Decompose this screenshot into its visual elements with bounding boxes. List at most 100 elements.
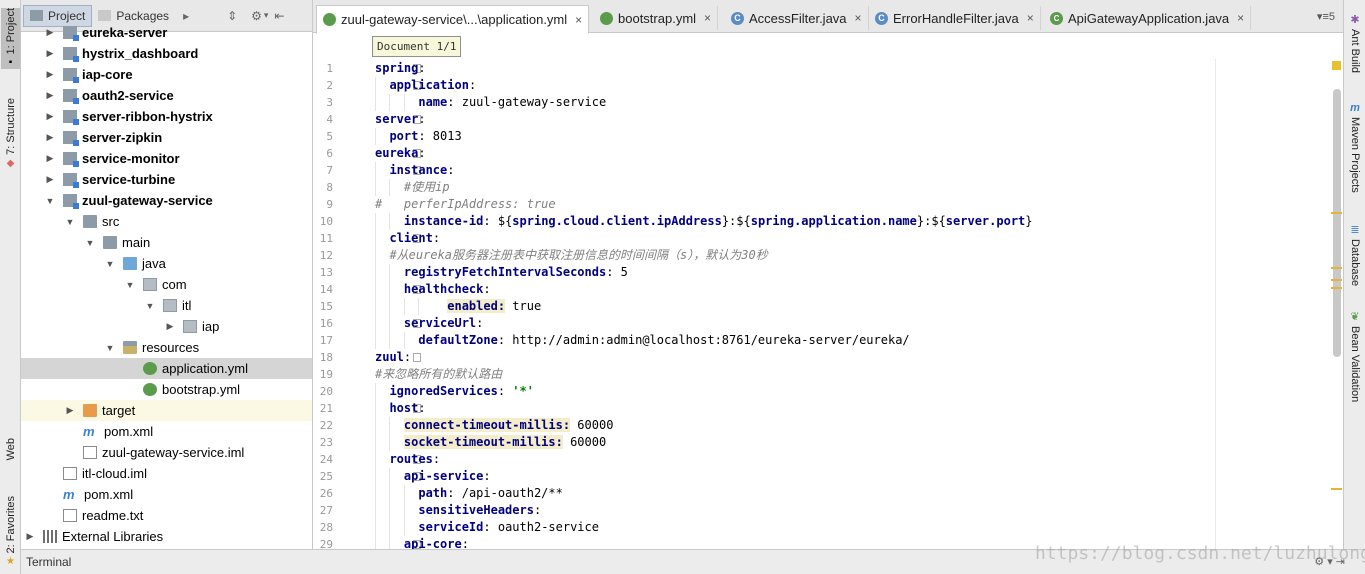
expand-arrow-icon[interactable]: ▶ — [165, 321, 175, 332]
code-key: client — [389, 231, 433, 245]
code-value: : zuul-gateway-service — [447, 95, 607, 109]
code-line: instance-id: ${spring.cloud.client.ipAdd… — [375, 213, 1033, 230]
tree-node[interactable]: ▶ server-ribbon-hystrix — [21, 106, 312, 127]
tool-tab-web[interactable]: Web — [1, 438, 20, 460]
code-key: spring — [375, 61, 419, 75]
tree-node[interactable]: m pom.xml — [21, 484, 312, 505]
tool-tab-project[interactable]: 1: Project ▪ — [1, 8, 20, 70]
tool-tab-database[interactable]: ≣ Database — [1345, 224, 1365, 286]
expand-arrow-icon[interactable]: ▶ — [45, 69, 55, 80]
tool-tab-bean-validation[interactable]: ❦ Bean Validation — [1345, 311, 1365, 402]
collapse-arrow-icon[interactable]: ▼ — [65, 217, 75, 227]
editor-vertical-scrollbar[interactable] — [1330, 59, 1343, 549]
tree-node[interactable]: ▼ zuul-gateway-service — [21, 190, 312, 211]
expand-arrow-icon[interactable]: ▶ — [45, 153, 55, 164]
expand-arrow-icon[interactable]: ▶ — [45, 48, 55, 59]
gear-icon[interactable]: ⚙ — [251, 9, 262, 23]
tree-node[interactable]: ▶ server-zipkin — [21, 127, 312, 148]
close-icon[interactable]: × — [1027, 11, 1034, 25]
bean-validation-icon: ❦ — [1350, 311, 1360, 323]
fold-marker-icon[interactable] — [413, 353, 421, 362]
indent-guide — [375, 264, 376, 281]
tool-tab-ant-build[interactable]: ✱ Ant Build — [1345, 14, 1365, 73]
tree-node[interactable]: ▶ target — [21, 400, 312, 421]
error-stripe-mark[interactable] — [1331, 212, 1342, 214]
tree-node[interactable]: ▼ resources — [21, 337, 312, 358]
tree-node[interactable]: m pom.xml — [21, 421, 312, 442]
iml-file-icon — [83, 446, 97, 459]
collapse-all-icon[interactable]: ⇕ — [227, 9, 237, 23]
code-key: zuul — [375, 350, 404, 364]
collapse-arrow-icon[interactable]: ▼ — [45, 196, 55, 206]
tree-node[interactable]: ▶ hystrix_dashboard — [21, 43, 312, 64]
collapse-arrow-icon[interactable]: ▼ — [105, 343, 115, 353]
editor-tab-application-yml[interactable]: zuul-gateway-service\...\application.yml… — [316, 5, 590, 34]
tree-node[interactable]: ▼ com — [21, 274, 312, 295]
tree-node-label: eureka-server — [82, 25, 168, 40]
close-icon[interactable]: × — [704, 11, 711, 25]
tree-node[interactable]: itl-cloud.iml — [21, 463, 312, 484]
tree-node[interactable]: ▶ External Libraries — [21, 526, 312, 547]
editor-tab-bootstrap-yml[interactable]: bootstrap.yml × — [594, 6, 719, 30]
expand-arrow-icon[interactable]: ▶ — [45, 111, 55, 122]
tree-node[interactable]: ▶ oauth2-service — [21, 85, 312, 106]
code-key: name — [418, 95, 448, 109]
error-stripe-mark[interactable] — [1331, 488, 1342, 490]
code-comment: #从eureka服务器注册表中获取注册信息的时间间隔（s），默认为30秒 — [389, 248, 768, 262]
tree-node[interactable]: ▼ main — [21, 232, 312, 253]
indent-guide — [403, 332, 405, 349]
error-stripe-mark[interactable] — [1331, 287, 1342, 289]
editor-tab-errorhandlefilter[interactable]: C ErrorHandleFilter.java × — [869, 6, 1041, 30]
collapse-arrow-icon[interactable]: ▼ — [145, 301, 155, 311]
expand-arrow-icon[interactable]: ▶ — [25, 531, 35, 542]
expand-arrow-icon[interactable]: ▶ — [65, 405, 75, 416]
close-icon[interactable]: × — [1237, 11, 1244, 25]
editor-tab-apigatewayapplication[interactable]: C ApiGatewayApplication.java × — [1044, 6, 1252, 30]
code-value: : — [483, 282, 491, 296]
tab-project-label: Project — [48, 8, 86, 23]
tree-node[interactable]: ▶ iap-core — [21, 64, 312, 85]
tree-node[interactable]: ▼ java — [21, 253, 312, 274]
hide-panel-icon[interactable]: ⇤ — [274, 9, 284, 23]
tree-node[interactable]: ▼ itl — [21, 295, 312, 316]
code-key: application — [389, 78, 469, 92]
tree-node[interactable]: ▶ eureka-server — [21, 23, 312, 43]
tool-tab-maven-projects[interactable]: m Maven Projects — [1345, 102, 1365, 193]
tree-node[interactable]: bootstrap.yml — [21, 379, 312, 400]
collapse-arrow-icon[interactable]: ▼ — [125, 280, 135, 290]
error-stripe-mark[interactable] — [1331, 267, 1342, 269]
tool-tab-favorites-label: 2: Favorites — [4, 496, 17, 554]
tree-node[interactable]: readme.txt — [21, 505, 312, 526]
tool-tab-structure[interactable]: 7: Structure ◆ — [1, 98, 20, 170]
tree-node[interactable]: application.yml — [21, 358, 312, 379]
indent-guide — [375, 400, 376, 417]
indent-guide — [375, 315, 376, 332]
error-stripe-mark[interactable] — [1331, 279, 1342, 281]
collapse-arrow-icon[interactable]: ▼ — [85, 238, 95, 248]
tree-node[interactable]: ▶ service-monitor — [21, 148, 312, 169]
expand-arrow-icon[interactable]: ▶ — [45, 132, 55, 143]
line-number: 6 — [326, 147, 333, 160]
tree-node[interactable]: ▶ service-turbine — [21, 169, 312, 190]
tab-overflow-button[interactable]: ▾≡5 — [1317, 10, 1335, 23]
code-value: : ${ — [483, 214, 513, 228]
chevron-down-icon[interactable]: ▾ — [264, 10, 269, 21]
editor-tab-accessfilter[interactable]: C AccessFilter.java × — [725, 6, 869, 30]
tree-node[interactable]: ▶ iap — [21, 316, 312, 337]
code-area[interactable]: 1 2 3 4 5 6 7 8 9 10 11 12 13 14 15 16 17 18 19 20 21 22 23 24 2… — [313, 59, 1343, 549]
tool-tab-favorites[interactable]: 2: Favorites ★ — [1, 496, 20, 568]
expand-arrow-icon[interactable]: ▶ — [45, 27, 55, 38]
expand-arrow-icon[interactable]: ▶ — [45, 174, 55, 185]
inspection-status-icon[interactable] — [1332, 61, 1341, 70]
code-key: api-core — [403, 537, 462, 549]
close-icon[interactable]: × — [575, 13, 582, 27]
terminal-tab[interactable]: Terminal — [26, 555, 71, 569]
expand-arrow-icon[interactable]: ▶ — [45, 90, 55, 101]
code-value: : — [476, 316, 484, 330]
collapse-arrow-icon[interactable]: ▼ — [105, 259, 115, 269]
tree-node[interactable]: zuul-gateway-service.iml — [21, 442, 312, 463]
tree-node[interactable]: ▼ src — [21, 211, 312, 232]
scrollbar-thumb[interactable] — [1333, 89, 1341, 357]
more-tabs-icon[interactable]: ▸ — [183, 9, 189, 23]
close-icon[interactable]: × — [855, 11, 862, 25]
